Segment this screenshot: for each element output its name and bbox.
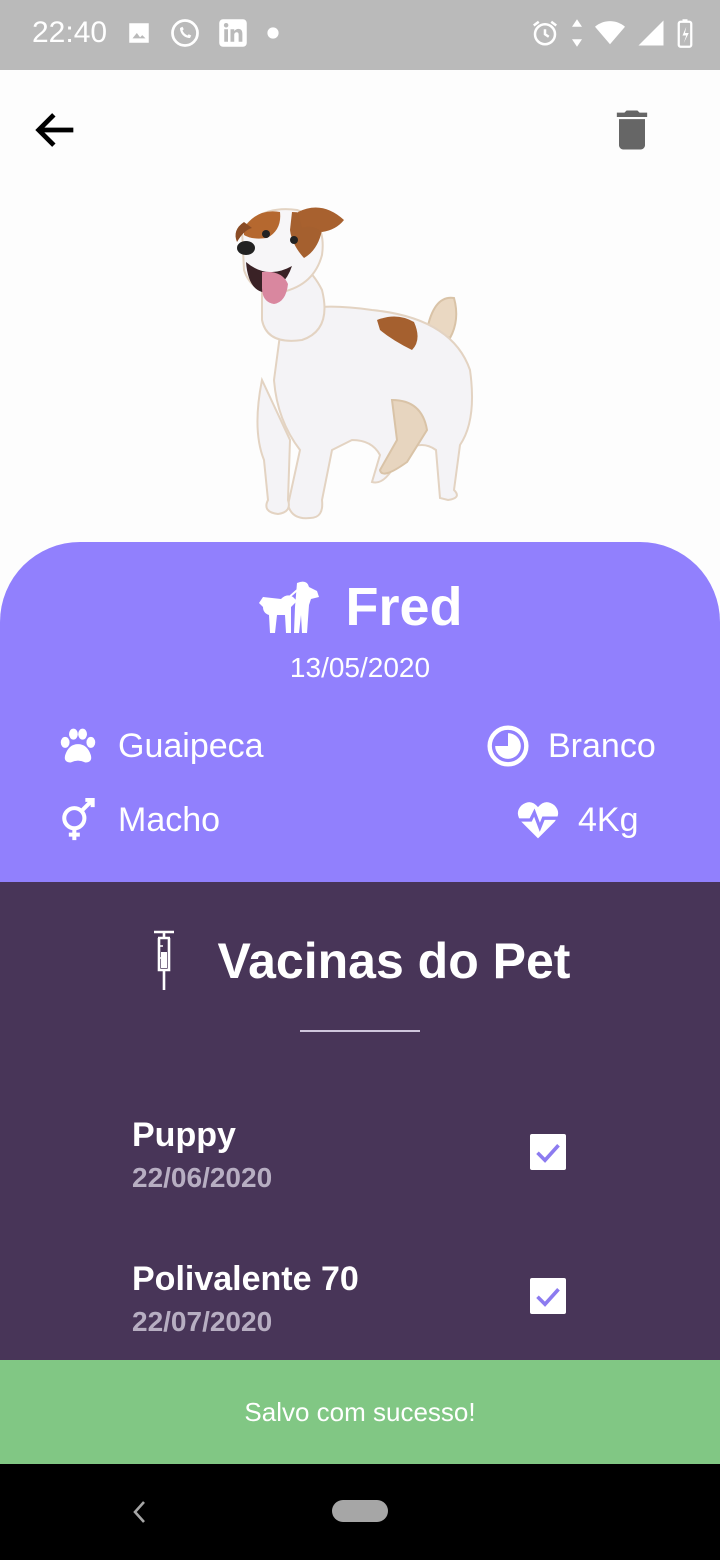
system-nav-bar <box>0 1464 720 1560</box>
pet-breed: Guaipeca <box>118 726 264 765</box>
check-icon <box>536 1288 560 1307</box>
linkedin-icon <box>219 19 247 47</box>
paw-icon <box>60 728 96 763</box>
nav-back-icon[interactable] <box>128 1496 150 1528</box>
vaccine-date: 22/07/2020 <box>132 1306 273 1337</box>
check-icon <box>536 1144 560 1163</box>
list-item: Polivalente 70 22/07/2020 <box>132 1260 592 1360</box>
dog-walking-icon <box>259 581 320 633</box>
title-divider <box>300 1030 420 1032</box>
signal-icon <box>638 20 664 46</box>
heartbeat-icon <box>517 802 559 839</box>
vaccine-name: Puppy <box>132 1116 236 1154</box>
data-arrows-icon <box>572 19 582 47</box>
back-button[interactable] <box>30 104 82 156</box>
vaccines-section: Vacinas do Pet Puppy 22/06/2020 Polivale… <box>0 882 720 1360</box>
wifi-icon <box>595 21 625 45</box>
vaccines-title: Vacinas do Pet <box>217 933 571 989</box>
color-row: Branco <box>486 724 656 768</box>
weight-row: 4Kg <box>516 798 639 842</box>
gender-icon <box>62 798 95 841</box>
whatsapp-icon <box>171 19 199 47</box>
snackbar-message: Salvo com sucesso! <box>244 1396 476 1427</box>
pet-name: Fred <box>345 577 463 637</box>
trash-icon <box>616 110 648 150</box>
status-bar: 22:40 <box>0 0 720 70</box>
snackbar: Salvo com sucesso! <box>0 1360 720 1464</box>
image-icon <box>129 23 149 43</box>
breed-row: Guaipeca <box>56 724 264 768</box>
pet-color: Branco <box>548 726 656 765</box>
pet-photo <box>235 207 473 520</box>
syringe-icon <box>153 930 174 990</box>
battery-icon <box>677 19 693 48</box>
alarm-icon <box>533 20 557 46</box>
nav-home-pill[interactable] <box>332 1500 388 1522</box>
sex-row: Macho <box>56 798 220 842</box>
vaccine-checkbox[interactable] <box>530 1278 566 1314</box>
vaccine-date: 22/06/2020 <box>132 1162 273 1193</box>
pet-info-card: Fred 13/05/2020 Guaipeca Branco Macho 4K… <box>0 542 720 882</box>
pet-weight: 4Kg <box>578 800 639 839</box>
delete-button[interactable] <box>606 104 658 156</box>
vaccine-checkbox[interactable] <box>530 1134 566 1170</box>
pet-birth-date: 13/05/2020 <box>289 652 431 683</box>
status-time: 22:40 <box>32 16 108 49</box>
vaccine-name: Polivalente 70 <box>132 1260 359 1298</box>
pet-sex: Macho <box>118 800 221 839</box>
color-palette-icon <box>487 725 529 767</box>
arrow-left-icon <box>35 113 74 147</box>
list-item: Puppy 22/06/2020 <box>132 1116 592 1216</box>
dot-icon <box>267 27 279 39</box>
app-bar <box>0 70 720 180</box>
